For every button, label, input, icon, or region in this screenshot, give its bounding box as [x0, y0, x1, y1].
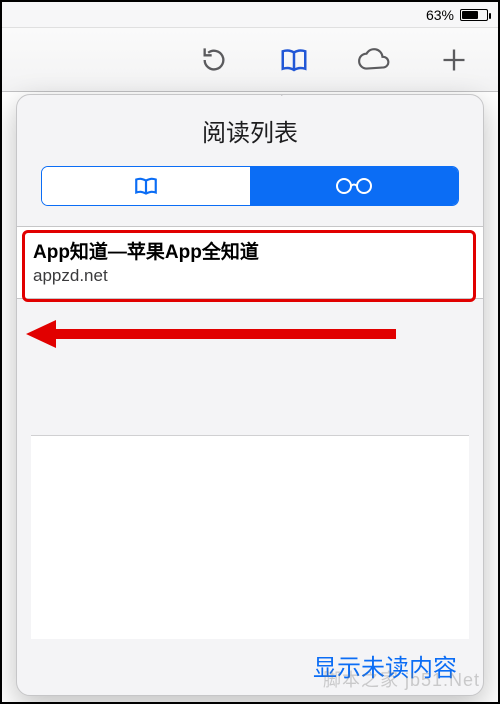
- battery-percentage: 63%: [426, 7, 454, 23]
- cloud-icon: [357, 46, 391, 74]
- segment-reading-list[interactable]: [250, 167, 458, 205]
- book-icon: [133, 174, 159, 198]
- plus-icon: [440, 46, 468, 74]
- book-icon: [279, 45, 309, 75]
- reading-list-popover: 阅读列表 App知道—苹果App全知道 appzd.net: [16, 94, 484, 696]
- reload-icon: [200, 46, 228, 74]
- empty-area: [31, 435, 469, 639]
- reload-button[interactable]: [194, 40, 234, 80]
- popover-title: 阅读列表: [17, 95, 483, 160]
- segment-bookmarks[interactable]: [42, 167, 250, 205]
- browser-toolbar: [2, 28, 498, 92]
- battery-icon: [460, 9, 488, 21]
- segmented-control: [41, 166, 459, 206]
- bookmarks-button[interactable]: [274, 40, 314, 80]
- reading-list: App知道—苹果App全知道 appzd.net: [17, 226, 483, 299]
- screen: 63% 阅读: [0, 0, 500, 704]
- glasses-icon: [333, 176, 375, 196]
- popover-arrow-icon: [281, 94, 307, 96]
- reading-list-item[interactable]: App知道—苹果App全知道 appzd.net: [17, 227, 483, 299]
- item-url: appzd.net: [33, 266, 467, 286]
- watermark-text: 脚本之家 jb51.Net: [323, 666, 480, 692]
- icloud-tabs-button[interactable]: [354, 40, 394, 80]
- item-title: App知道—苹果App全知道: [33, 237, 467, 264]
- new-tab-button[interactable]: [434, 40, 474, 80]
- status-bar: 63%: [2, 2, 498, 28]
